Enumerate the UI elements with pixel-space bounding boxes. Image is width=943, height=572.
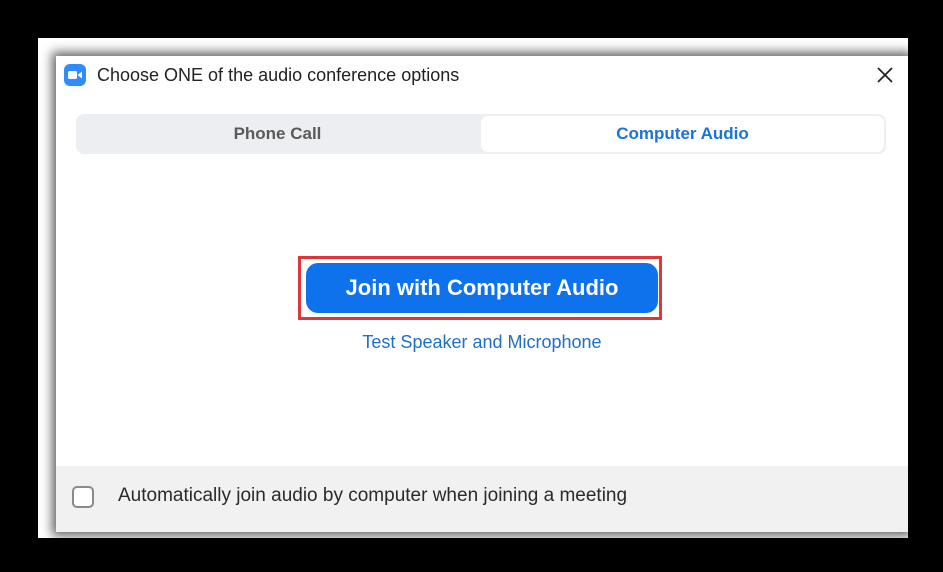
close-button[interactable]	[870, 60, 900, 90]
tab-computer-audio[interactable]: Computer Audio	[481, 116, 884, 152]
dialog-title: Choose ONE of the audio conference optio…	[97, 65, 460, 85]
audio-options-dialog: Choose ONE of the audio conference optio…	[56, 56, 908, 532]
title-bar: Choose ONE of the audio conference optio…	[56, 56, 908, 94]
tab-phone-call[interactable]: Phone Call	[76, 114, 479, 154]
close-icon	[877, 67, 893, 83]
auto-join-label: Automatically join audio by computer whe…	[118, 485, 628, 506]
test-speaker-microphone-link[interactable]: Test Speaker and Microphone	[56, 332, 908, 353]
auto-join-checkbox[interactable]	[72, 486, 94, 508]
video-camera-icon	[64, 64, 86, 86]
audio-option-tabs: Phone Call Computer Audio	[76, 114, 886, 154]
join-computer-audio-button[interactable]: Join with Computer Audio	[306, 263, 658, 313]
dialog-footer: Automatically join audio by computer whe…	[56, 466, 908, 532]
